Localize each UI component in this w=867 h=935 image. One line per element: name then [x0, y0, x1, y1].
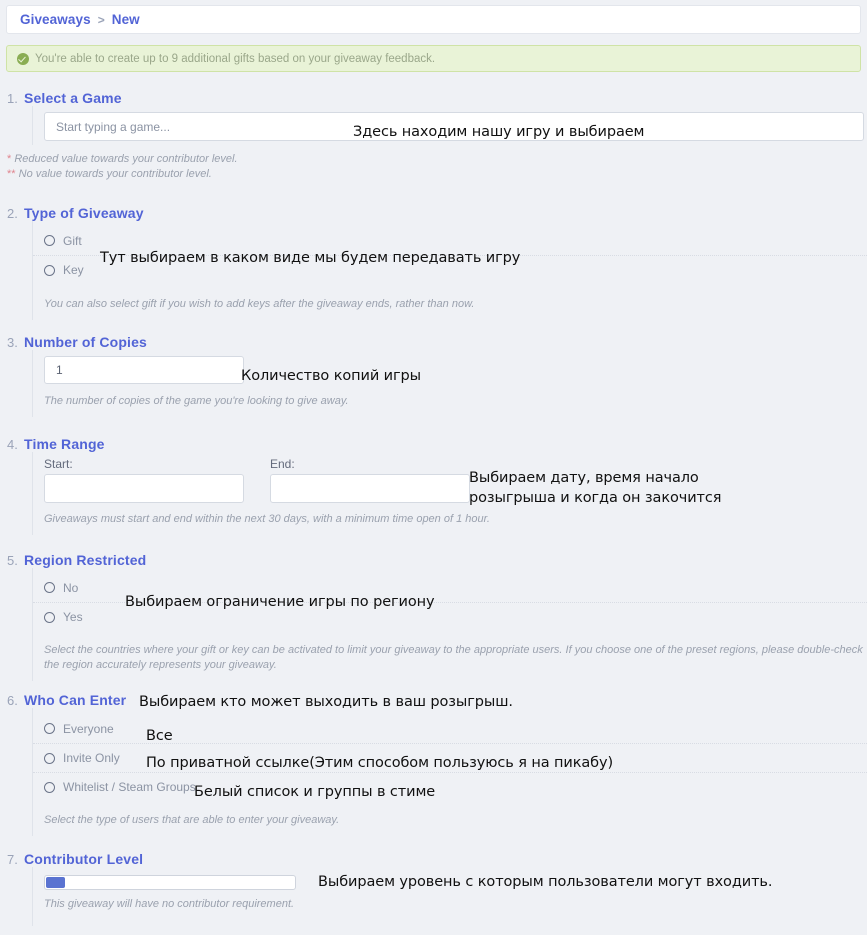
section-number: 2.	[7, 206, 18, 221]
feedback-alert: You're able to create up to 9 additional…	[6, 45, 861, 72]
section-number: 5.	[7, 553, 18, 568]
section-header: 7. Contributor Level	[0, 851, 867, 867]
section-header: 5. Region Restricted	[0, 552, 867, 568]
section-note: Giveaways must start and end within the …	[44, 513, 490, 525]
end-field-group: End:	[270, 457, 470, 503]
radio-icon[interactable]	[44, 781, 55, 793]
annotation-region-restricted: Выбираем ограничение игры по региону	[125, 594, 435, 610]
section-note: You can also select gift if you wish to …	[44, 298, 475, 310]
annotation-who-can-enter: Выбираем кто может выходить в ваш розыгр…	[139, 694, 513, 710]
end-datetime-input[interactable]	[270, 474, 470, 503]
annotation-type-of-giveaway: Тут выбираем в каком виде мы будем перед…	[100, 250, 521, 266]
section-note: This giveaway will have no contributor r…	[44, 898, 295, 910]
footnote-text-reduced: Reduced value towards your contributor l…	[14, 153, 238, 165]
copies-input[interactable]: 1	[44, 356, 244, 384]
radio-option-whitelist-steam-groups[interactable]: Whitelist / Steam Groups	[33, 772, 867, 801]
radio-label: Whitelist / Steam Groups	[63, 780, 196, 794]
section-header: 2. Type of Giveaway	[0, 205, 867, 221]
radio-label: Gift	[63, 233, 82, 248]
section-note: Select the countries where your gift or …	[44, 644, 863, 671]
section-body: No Yes Select the countries where your g…	[32, 568, 867, 681]
contributor-footnotes: * Reduced value towards your contributor…	[7, 152, 867, 181]
radio-label: Yes	[63, 610, 83, 624]
annotation-number-of-copies: Количество копий игры	[241, 368, 421, 384]
section-number: 7.	[7, 852, 18, 867]
annotation-everyone: Все	[146, 728, 173, 744]
radio-label: Invite Only	[63, 751, 120, 765]
section-body: Gift Key You can also select gift if you…	[32, 221, 867, 320]
section-number: 6.	[7, 693, 18, 708]
radio-icon[interactable]	[44, 582, 55, 593]
radio-icon[interactable]	[44, 235, 55, 246]
radio-icon[interactable]	[44, 723, 55, 734]
section-header: 4. Time Range	[0, 436, 867, 452]
section-number: 3.	[7, 335, 18, 350]
radio-icon[interactable]	[44, 752, 55, 764]
radio-label: Everyone	[63, 721, 114, 736]
section-title: Time Range	[24, 436, 105, 452]
breadcrumb: Giveaways > New	[6, 5, 861, 34]
annotation-whitelist: Белый список и группы в стиме	[194, 784, 436, 800]
radio-icon[interactable]	[44, 264, 55, 276]
annotation-contributor-level: Выбираем уровень с которым пользователи …	[318, 874, 773, 890]
time-range-fields: Start: End:	[33, 457, 867, 503]
section-body: 1 The number of copies of the game you'r…	[32, 350, 867, 417]
section-region-restricted: 5. Region Restricted No Yes Select the c…	[0, 552, 867, 681]
section-header: 3. Number of Copies	[0, 334, 867, 350]
page-title: Select a Game	[24, 90, 122, 106]
footnote-star-single: *	[7, 153, 12, 165]
section-title: Type of Giveaway	[24, 205, 144, 221]
start-field-group: Start:	[44, 457, 244, 503]
section-number: 1.	[7, 91, 18, 106]
section-title: Region Restricted	[24, 552, 147, 568]
section-title: Contributor Level	[24, 851, 144, 867]
start-label: Start:	[44, 457, 73, 471]
section-note: The number of copies of the game you're …	[44, 395, 349, 407]
section-number: 4.	[7, 437, 18, 452]
radio-icon[interactable]	[44, 611, 55, 623]
feedback-alert-text: You're able to create up to 9 additional…	[35, 52, 436, 65]
radio-label: Key	[63, 263, 84, 277]
annotation-time-range: Выбираем дату, время начало розыгрыша и …	[469, 470, 722, 506]
slider-handle[interactable]	[46, 877, 65, 888]
breadcrumb-link-new[interactable]: New	[112, 12, 140, 27]
footnote-star-double: **	[7, 167, 16, 180]
section-title: Number of Copies	[24, 334, 147, 350]
start-datetime-input[interactable]	[44, 474, 244, 503]
section-title: Who Can Enter	[24, 692, 127, 708]
section-time-range: 4. Time Range Start: End: Giveaways must…	[0, 436, 867, 535]
breadcrumb-link-giveaways[interactable]: Giveaways	[20, 12, 91, 27]
check-circle-icon	[17, 52, 29, 65]
radio-label: No	[63, 580, 79, 595]
footnote-text-novalue: No value towards your contributor level.	[18, 167, 212, 180]
contributor-level-slider[interactable]	[44, 875, 296, 890]
section-body: Start: End: Giveaways must start and end…	[32, 452, 867, 535]
giveaway-new-page: Giveaways > New You're able to create up…	[0, 0, 867, 935]
section-number-of-copies: 3. Number of Copies 1 The number of copi…	[0, 334, 867, 417]
end-label: End:	[270, 457, 295, 471]
annotation-invite-only: По приватной ссылке(Этим способом пользу…	[146, 755, 614, 771]
section-note: Select the type of users that are able t…	[44, 814, 340, 826]
section-header: 1. Select a Game	[0, 90, 867, 106]
annotation-select-game: Здесь находим нашу игру и выбираем	[353, 124, 645, 140]
breadcrumb-separator-icon: >	[97, 12, 105, 27]
